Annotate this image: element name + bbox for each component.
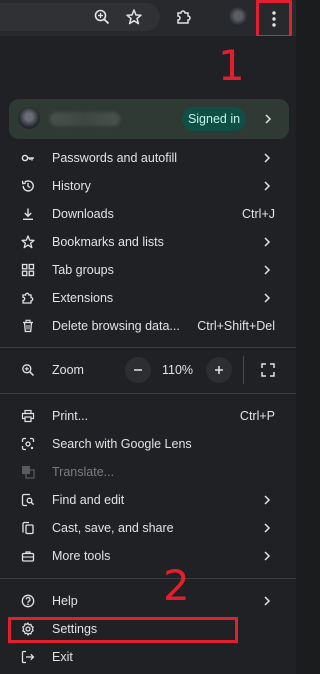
- chevron-right-icon: [263, 181, 271, 191]
- toolbox-icon: [21, 549, 35, 563]
- bookmark-star-icon[interactable]: [125, 8, 143, 26]
- menu-label: Bookmarks and lists: [52, 235, 164, 249]
- divider: [0, 347, 296, 348]
- tab-groups-icon: [21, 263, 35, 277]
- menu-item-exit[interactable]: Exit: [0, 643, 296, 671]
- chevron-right-icon: [263, 596, 271, 606]
- chevron-right-icon: [263, 495, 271, 505]
- exit-icon: [21, 650, 35, 664]
- profile-name-redacted: [50, 112, 120, 126]
- shortcut-text: Ctrl+J: [242, 207, 275, 221]
- fullscreen-icon[interactable]: [260, 362, 276, 378]
- menu-item-cast-save-share[interactable]: Cast, save, and share: [0, 514, 296, 542]
- zoom-in-button[interactable]: [206, 357, 232, 383]
- translate-icon: [21, 465, 35, 479]
- chevron-right-icon: [263, 551, 271, 561]
- signed-in-badge: Signed in: [182, 107, 246, 131]
- menu-label: Tab groups: [52, 263, 114, 277]
- menu-label: Help: [52, 594, 78, 608]
- extensions-icon: [21, 291, 35, 305]
- menu-item-delete-data[interactable]: Delete browsing data... Ctrl+Shift+Del: [0, 312, 296, 340]
- chevron-right-icon: [263, 523, 271, 533]
- menu-label: Find and edit: [52, 493, 125, 507]
- menu-item-history[interactable]: History: [0, 172, 296, 200]
- menu-item-tab-groups[interactable]: Tab groups: [0, 256, 296, 284]
- annotation-step-1: 1: [218, 41, 245, 90]
- shortcut-text: Ctrl+Shift+Del: [197, 319, 275, 333]
- divider: [0, 578, 296, 579]
- menu-label: Delete browsing data...: [52, 319, 180, 333]
- menu-label: Translate...: [52, 465, 115, 479]
- menu-item-extensions[interactable]: Extensions: [0, 284, 296, 312]
- menu-item-translate: Translate...: [0, 458, 296, 486]
- menu-item-downloads[interactable]: Downloads Ctrl+J: [0, 200, 296, 228]
- extensions-icon[interactable]: [175, 8, 193, 26]
- menu-label: Passwords and autofill: [52, 151, 178, 165]
- profile-avatar-small[interactable]: [228, 7, 248, 27]
- trash-icon: [21, 319, 35, 333]
- menu-item-bookmarks[interactable]: Bookmarks and lists: [0, 228, 296, 256]
- print-icon: [21, 409, 35, 423]
- menu-label: Downloads: [52, 207, 114, 221]
- menu-label: Extensions: [52, 291, 114, 305]
- menu-label: Cast, save, and share: [52, 521, 174, 535]
- zoom-out-button[interactable]: [125, 357, 151, 383]
- history-icon: [21, 179, 35, 193]
- menu-label: History: [52, 179, 91, 193]
- lens-icon: [21, 437, 35, 451]
- browser-toolbar: [0, 0, 296, 38]
- download-icon: [21, 207, 35, 221]
- divider: [0, 393, 296, 394]
- annotation-box-settings: [8, 617, 238, 643]
- chevron-right-icon: [263, 237, 271, 247]
- find-icon: [21, 493, 35, 507]
- profile-avatar: [18, 107, 40, 129]
- menu-label: More tools: [52, 549, 111, 563]
- chevron-right-icon: [263, 293, 271, 303]
- menu-item-print[interactable]: Print... Ctrl+P: [0, 402, 296, 430]
- menu-item-more-tools[interactable]: More tools: [0, 542, 296, 570]
- shortcut-text: Ctrl+P: [239, 409, 275, 423]
- menu-item-help[interactable]: Help: [0, 587, 296, 615]
- menu-label: Zoom: [52, 363, 84, 377]
- zoom-icon: [21, 363, 35, 377]
- chevron-right-icon: [263, 153, 271, 163]
- menu-label: Print...: [52, 409, 89, 423]
- chevron-right-icon: [263, 265, 271, 275]
- zoom-separator: [243, 356, 244, 384]
- menu-item-passwords[interactable]: Passwords and autofill: [0, 144, 296, 172]
- help-icon: [21, 594, 35, 608]
- cast-icon: [21, 521, 35, 535]
- kebab-menu-icon[interactable]: [272, 11, 276, 27]
- menu-item-google-lens[interactable]: Search with Google Lens: [0, 430, 296, 458]
- menu-label: Exit: [52, 650, 73, 664]
- menu-item-find-edit[interactable]: Find and edit: [0, 486, 296, 514]
- star-icon: [21, 235, 35, 249]
- menu-label: Search with Google Lens: [52, 437, 192, 451]
- key-icon: [21, 151, 35, 165]
- zoom-icon[interactable]: [93, 8, 111, 26]
- chevron-right-icon: [264, 114, 272, 124]
- zoom-value: 110%: [162, 363, 194, 377]
